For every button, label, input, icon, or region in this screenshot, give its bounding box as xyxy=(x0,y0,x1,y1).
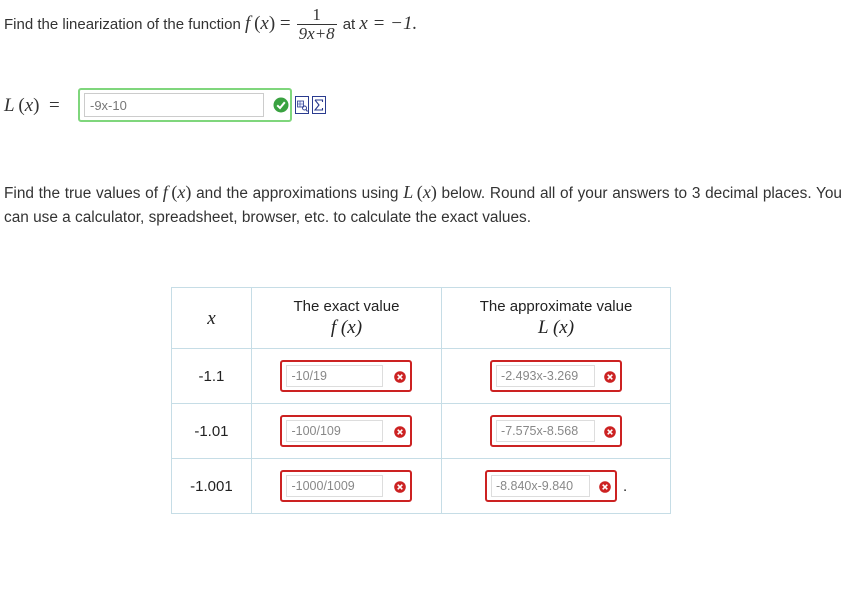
approx-cell xyxy=(441,348,671,404)
exact-input[interactable] xyxy=(286,475,384,497)
exact-input[interactable] xyxy=(286,365,384,387)
exact-cell xyxy=(250,458,443,514)
problem2-text-2: and the approximations using xyxy=(196,185,399,202)
problem-statement-linearization: Find the linearization of the function f… xyxy=(4,4,418,43)
header-exact: The exact value f (x) xyxy=(250,287,443,349)
approx-input[interactable] xyxy=(496,365,596,387)
x-icon xyxy=(599,481,611,493)
x-icon xyxy=(394,426,407,438)
approx-answer-box xyxy=(490,360,623,392)
exact-cell xyxy=(250,403,443,459)
x-icon xyxy=(394,481,407,493)
x-icon xyxy=(604,426,616,438)
exact-answer-box xyxy=(280,470,413,502)
x-cell: -1.01 xyxy=(171,403,252,459)
exact-input[interactable] xyxy=(286,420,384,442)
l-function-name: L xyxy=(4,95,15,116)
x-icon xyxy=(394,371,407,383)
approx-input[interactable] xyxy=(496,420,596,442)
table-row: -1.01 xyxy=(171,403,671,459)
trailing-period: . xyxy=(622,477,628,495)
problem-text: Find the linearization of the function xyxy=(4,15,241,33)
linearization-input[interactable] xyxy=(84,93,264,117)
header-x: x xyxy=(171,287,252,349)
problem2-text-1: Find the true values of xyxy=(4,185,159,202)
header-approx-text: The approximate value xyxy=(479,297,633,315)
point-value: x = −1. xyxy=(359,13,418,34)
approx-input[interactable] xyxy=(490,475,590,497)
at-text: at xyxy=(342,15,356,33)
problem-statement-values: Find the true values of f (x) and the ap… xyxy=(4,182,842,226)
approx-answer-box xyxy=(490,415,623,447)
x-cell: -1.001 xyxy=(171,458,252,514)
header-approx-math: L (x) xyxy=(538,316,575,338)
x-cell: -1.1 xyxy=(171,348,252,404)
table-header-row: x The exact value f (x) The approximate … xyxy=(171,287,671,349)
exact-answer-box xyxy=(280,360,413,392)
header-exact-text: The exact value xyxy=(293,297,400,315)
linearization-label: L (x) = xyxy=(4,95,60,116)
exact-cell xyxy=(250,348,443,404)
equation-editor-icon[interactable] xyxy=(312,96,326,114)
exact-answer-box xyxy=(280,415,413,447)
x-icon xyxy=(604,371,616,383)
linearization-answer-box xyxy=(78,88,292,122)
table-row: -1.1 xyxy=(171,348,671,404)
approx-cell xyxy=(441,403,671,459)
preview-icon[interactable] xyxy=(295,96,309,114)
function-variable: x xyxy=(260,13,269,34)
header-exact-math: f (x) xyxy=(330,316,363,338)
l-variable: x xyxy=(24,95,34,116)
fraction-denominator: 9x+8 xyxy=(296,23,337,43)
approx-answer-box xyxy=(484,470,617,502)
l-function-name-2: L xyxy=(403,182,414,202)
check-icon xyxy=(273,97,289,113)
fraction-numerator: 1 xyxy=(312,4,321,24)
values-table: x The exact value f (x) The approximate … xyxy=(171,287,671,514)
table-row: -1.001 . xyxy=(171,458,671,514)
approx-cell: . xyxy=(441,458,671,514)
function-fraction: 1 9x+8 xyxy=(296,4,337,43)
header-approx: The approximate value L (x) xyxy=(441,287,671,349)
